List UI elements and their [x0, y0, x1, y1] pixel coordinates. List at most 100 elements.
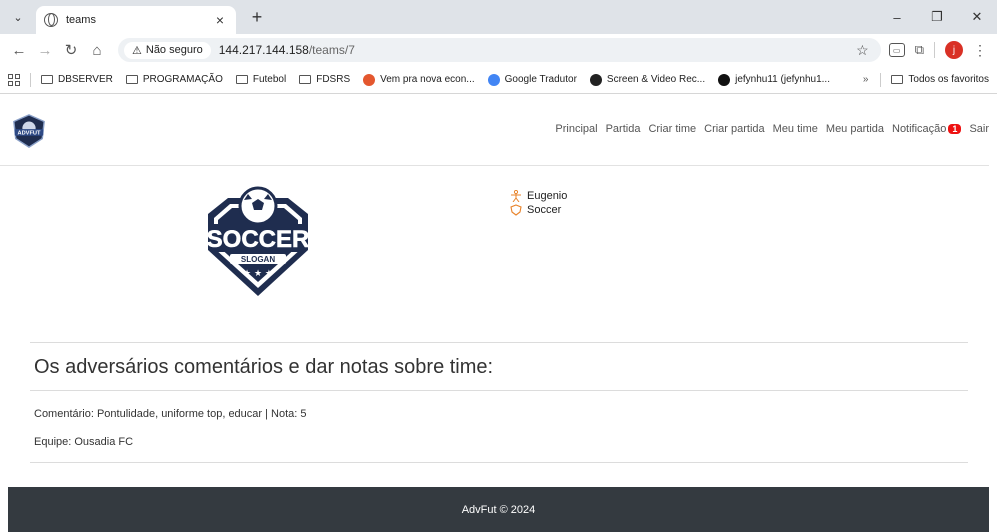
person-icon [511, 190, 521, 202]
address-bar[interactable]: ⚠ Não seguro 144.217.144.158/teams/7 ☆ [118, 38, 881, 62]
cast-icon[interactable]: ▭ [888, 43, 905, 57]
notification-badge: 1 [948, 124, 962, 134]
bookmark-label: Screen & Video Rec... [606, 74, 706, 85]
nav-link-label: Criar time [648, 123, 697, 135]
bookmark-item[interactable]: FDSRS [299, 74, 350, 85]
back-icon[interactable]: ← [6, 42, 32, 59]
review-team: Equipe: Ousadia FC [34, 436, 134, 448]
svg-text:★ ★ ★: ★ ★ ★ [243, 269, 273, 279]
nav-link-criar-time[interactable]: Criar time [648, 123, 696, 135]
nav-link-label: Meu partida [825, 123, 884, 135]
menu-icon[interactable]: ⋮ [973, 42, 987, 59]
toolbar-divider [934, 42, 935, 58]
browser-toolbar: ← → ↻ ⌂ ⚠ Não seguro 144.217.144.158/tea… [0, 34, 997, 66]
sport-row: Soccer [510, 203, 567, 217]
bookmark-label: Vem pra nova econ... [380, 74, 475, 85]
nav-link-label: Criar partida [704, 123, 765, 135]
page-scrollbar[interactable] [989, 95, 997, 532]
nav-link-label: Meu time [772, 123, 818, 135]
site-navbar: ADVFUT Principal Partida Criar time Criar p… [0, 95, 997, 166]
nav-links: Principal Partida Criar time Criar partida M… [555, 123, 989, 135]
shield-icon [510, 204, 522, 216]
insecure-label: Não seguro [145, 44, 203, 56]
bookmark-star-icon[interactable]: ☆ [856, 42, 875, 59]
bookmarks-bar: DBSERVER PROGRAMAÇÃO Futebol FDSRS Vem pra n… [0, 66, 997, 94]
site-favicon-icon [589, 73, 602, 86]
nav-link-criar-partida[interactable]: Criar partida [704, 123, 765, 135]
close-tab-icon[interactable]: × [212, 12, 228, 28]
reviews-title: Os adversários comentários e dar notas s… [34, 356, 494, 378]
reload-icon[interactable]: ↻ [58, 41, 84, 59]
browser-tab-bar: ⌄ teams × + – ❐ ✕ [0, 0, 997, 34]
nav-link-principal[interactable]: Principal [555, 123, 597, 135]
profile-avatar[interactable]: j [945, 41, 963, 59]
team-info: Eugenio Soccer [510, 189, 567, 217]
bookmark-item[interactable]: PROGRAMAÇÃO [125, 74, 223, 85]
folder-icon [125, 75, 138, 84]
tab-title: teams [66, 14, 96, 26]
nav-link-meu-time[interactable]: Meu time [773, 123, 818, 135]
nav-link-label: Partida [605, 123, 641, 135]
bookmark-label: jefynhu11 (jefynhu1... [735, 74, 830, 85]
logo-text: SOCCER [207, 226, 310, 253]
team-owner: Eugenio [527, 190, 568, 202]
bookmark-label: FDSRS [316, 74, 351, 85]
all-favorites-label: Todos os favoritos [908, 74, 989, 85]
url-path: /teams/7 [308, 43, 355, 57]
team-logo: SOCCER SLOGAN ★ ★ ★ [206, 186, 310, 296]
folder-icon [41, 75, 53, 84]
bookmark-item[interactable]: jefynhu11 (jefynhu1... [718, 73, 830, 86]
advfut-logo[interactable]: ADVFUT [10, 113, 48, 149]
folder-icon [235, 75, 248, 84]
window-controls: – ❐ ✕ [877, 0, 997, 34]
bookmarks-list: DBSERVER PROGRAMAÇÃO Futebol FDSRS Vem pra n… [41, 73, 843, 86]
folder-icon [891, 75, 904, 84]
bookmark-label: Google Tradutor [504, 74, 577, 85]
bookmark-label: DBSERVER [58, 74, 113, 85]
url-host: 144.217.144.158 [218, 43, 309, 57]
extensions-icon[interactable]: ⧉ [915, 42, 924, 58]
bookmark-label: PROGRAMAÇÃO [142, 74, 223, 85]
security-chip[interactable]: ⚠ Não seguro [124, 41, 211, 59]
bookmark-item[interactable]: DBSERVER [41, 74, 113, 85]
new-tab-button[interactable]: + [244, 4, 270, 30]
tab-search-icon[interactable]: ⌄ [4, 3, 32, 31]
nav-link-meu-partida[interactable]: Meu partida [826, 123, 884, 135]
bookmark-item[interactable]: Futebol [235, 74, 287, 85]
divider-middle [30, 390, 968, 391]
nav-link-notifica-o[interactable]: Notificação 1 [892, 123, 962, 135]
logout-link[interactable]: Sair [969, 123, 989, 135]
home-icon[interactable]: ⌂ [84, 42, 110, 59]
bookmark-item[interactable]: Google Tradutor [487, 73, 577, 86]
all-favorites-folder[interactable]: Todos os favoritos [891, 74, 989, 85]
site-favicon-icon [718, 73, 731, 86]
footer-text: AdvFut © 2024 [461, 503, 536, 516]
nav-link-label: Principal [555, 123, 598, 135]
apps-grid-icon[interactable] [8, 73, 20, 86]
divider-top [30, 342, 968, 343]
bookmark-item[interactable]: Screen & Video Rec... [589, 73, 706, 86]
window-close-icon[interactable]: ✕ [957, 9, 997, 25]
svg-text:ADVFUT: ADVFUT [17, 130, 41, 136]
bookmarks-divider [30, 72, 31, 87]
site-favicon-icon [487, 73, 500, 86]
restore-icon[interactable]: ❐ [917, 9, 957, 25]
logo-slogan: SLOGAN [241, 255, 275, 264]
bookmark-item[interactable]: Vem pra nova econ... [363, 73, 475, 86]
nav-link-partida[interactable]: Partida [606, 123, 641, 135]
bookmark-label: Futebol [252, 74, 287, 85]
more-bookmarks-button[interactable]: » [863, 74, 869, 85]
browser-tab[interactable]: teams × [36, 6, 236, 34]
site-footer: AdvFut © 2024 [8, 487, 989, 532]
owner-row: Eugenio [510, 189, 567, 203]
minimize-icon[interactable]: – [877, 10, 917, 25]
site-favicon-icon [363, 73, 376, 86]
nav-link-label: Notificação [892, 123, 947, 135]
team-sport: Soccer [527, 204, 562, 216]
warning-icon: ⚠ [132, 44, 142, 57]
bookmarks-divider-right [880, 72, 882, 87]
toolbar-right: ▭ ⧉ j ⋮ [888, 41, 991, 59]
forward-icon[interactable]: → [32, 42, 58, 59]
url-text: 144.217.144.158/teams/7 [219, 43, 355, 57]
globe-icon [44, 13, 58, 27]
